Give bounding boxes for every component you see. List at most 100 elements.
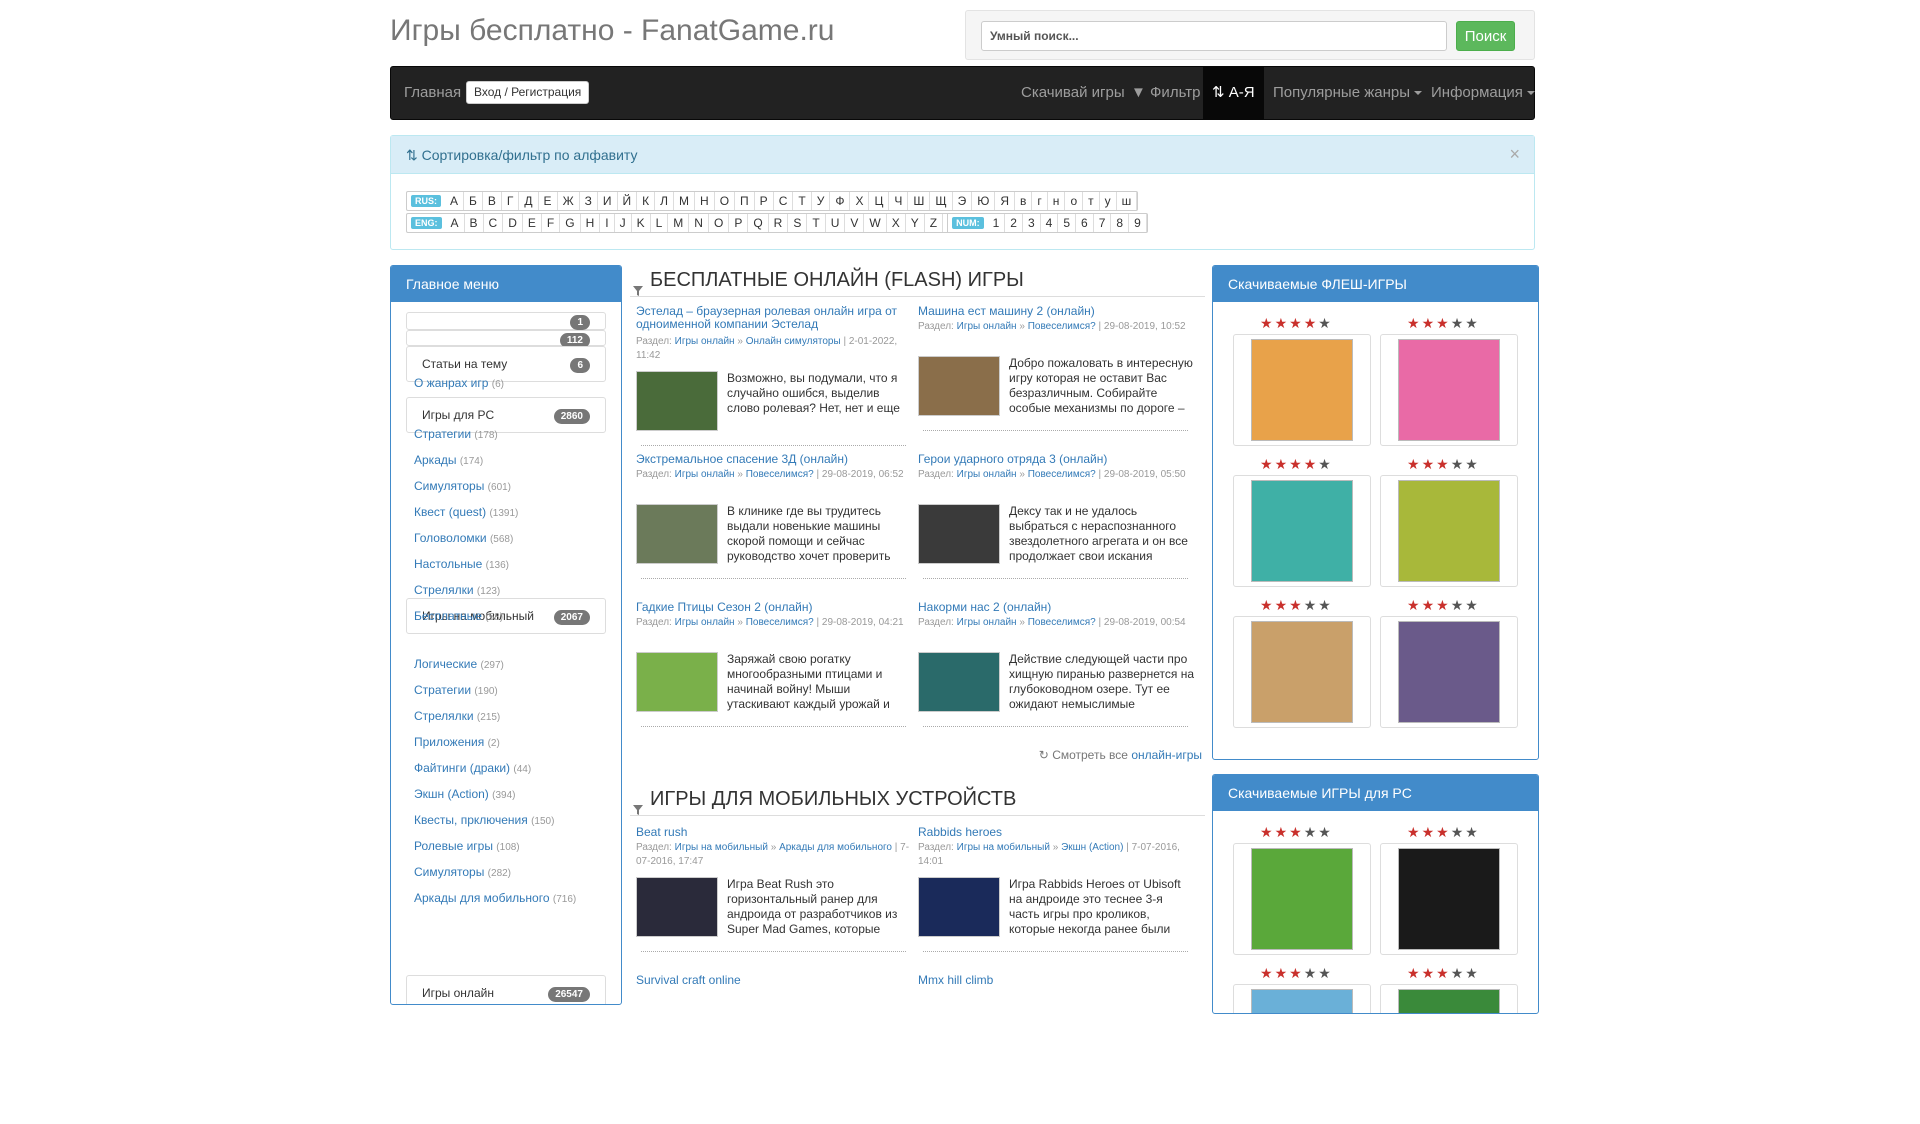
menu-link[interactable]: Аркады для мобильного (716)	[414, 891, 576, 905]
game-category-link[interactable]: Игры на мобильный	[957, 842, 1050, 853]
game-thumbnail[interactable]	[918, 877, 1000, 937]
download-game-card[interactable]: ★★★★★	[1380, 598, 1518, 728]
game-thumbnail[interactable]	[636, 652, 718, 712]
alphabet-letter[interactable]: Ж	[558, 192, 580, 210]
alphabet-letter[interactable]: Ш	[908, 192, 931, 210]
alphabet-letter[interactable]: Э	[953, 192, 973, 210]
alphabet-letter[interactable]: Л	[655, 192, 675, 210]
alphabet-number[interactable]: 7	[1094, 214, 1112, 232]
game-cover-image[interactable]	[1251, 621, 1353, 723]
game-thumbnail[interactable]	[918, 652, 1000, 712]
alphabet-letter[interactable]: W	[864, 214, 887, 232]
alphabet-number[interactable]: 3	[1023, 214, 1041, 232]
game-tile[interactable]	[1380, 475, 1518, 587]
game-tile[interactable]	[1380, 984, 1518, 1013]
alphabet-letter[interactable]: Q	[748, 214, 769, 232]
alphabet-letter[interactable]: Х	[850, 192, 870, 210]
menu-link[interactable]: О жанрах игр (6)	[414, 376, 504, 390]
alphabet-letter[interactable]: Е	[539, 192, 558, 210]
nav-az[interactable]: ⇅ А-Я	[1203, 67, 1264, 119]
alphabet-letter[interactable]: E	[523, 214, 542, 232]
alphabet-letter[interactable]: V	[845, 214, 865, 232]
menu-link[interactable]: Настольные (136)	[414, 557, 509, 571]
nav-genres[interactable]: Популярные жанры	[1273, 67, 1422, 119]
alphabet-letter[interactable]: ш	[1117, 192, 1138, 210]
menu-link[interactable]: Стратегии (190)	[414, 683, 498, 697]
game-thumbnail[interactable]	[636, 504, 718, 564]
alphabet-letter[interactable]: C	[484, 214, 504, 232]
game-thumbnail[interactable]	[636, 371, 718, 431]
alphabet-number[interactable]: 4	[1041, 214, 1059, 232]
game-thumbnail[interactable]	[636, 877, 718, 937]
menu-link[interactable]: Приложения (2)	[414, 735, 500, 749]
alphabet-letter[interactable]: H	[581, 214, 601, 232]
alphabet-letter[interactable]: T	[807, 214, 826, 232]
alphabet-letter[interactable]: G	[560, 214, 581, 232]
alphabet-letter[interactable]: N	[689, 214, 709, 232]
download-game-card[interactable]: ★★★★★	[1233, 457, 1371, 587]
search-button[interactable]: Поиск	[1456, 21, 1515, 51]
nav-home[interactable]: Главная	[404, 67, 461, 119]
game-category-link[interactable]: Игры на мобильный	[675, 842, 768, 853]
alphabet-letter[interactable]: Р	[755, 192, 774, 210]
alphabet-letter[interactable]: Т	[793, 192, 812, 210]
alphabet-number[interactable]: 9	[1129, 214, 1147, 232]
menu-link[interactable]: Стрелялки (123)	[414, 583, 500, 597]
menu-link[interactable]: Квесты, прключения (150)	[414, 813, 554, 827]
game-subcategory-link[interactable]: Повеселимся?	[746, 617, 814, 628]
alphabet-letter[interactable]: Z	[925, 214, 944, 232]
alphabet-letter[interactable]: Б	[464, 192, 483, 210]
game-tile[interactable]	[1380, 616, 1518, 728]
game-subcategory-link[interactable]: Повеселимся?	[1028, 321, 1096, 332]
alphabet-letter[interactable]: Д	[519, 192, 539, 210]
alphabet-letter[interactable]: Ч	[889, 192, 909, 210]
game-tile[interactable]	[1233, 334, 1371, 446]
alphabet-letter[interactable]: F	[542, 214, 561, 232]
game-title[interactable]: Beat rush	[636, 826, 906, 839]
game-cover-image[interactable]	[1251, 339, 1353, 441]
alphabet-letter[interactable]: Y	[906, 214, 925, 232]
alphabet-letter[interactable]: г	[1032, 192, 1048, 210]
menu-category[interactable]: 112	[406, 330, 606, 348]
game-thumbnail[interactable]	[918, 504, 1000, 564]
game-cover-image[interactable]	[1398, 848, 1500, 950]
download-game-card[interactable]: ★★★★★	[1380, 316, 1518, 446]
alphabet-letter[interactable]: К	[637, 192, 656, 210]
menu-link[interactable]: Стратегии (178)	[414, 427, 498, 441]
alphabet-number[interactable]: 1	[988, 214, 1006, 232]
game-title[interactable]: Эстелад – браузерная ролевая онлайн игра…	[636, 305, 906, 331]
nav-downloads[interactable]: Скачивай игры	[1021, 67, 1125, 119]
alphabet-letter[interactable]: о	[1065, 192, 1084, 210]
alphabet-letter[interactable]: X	[887, 214, 906, 232]
alphabet-letter[interactable]: т	[1083, 192, 1100, 210]
alphabet-letter[interactable]: У	[812, 192, 831, 210]
menu-link[interactable]: Логические (297)	[414, 657, 504, 671]
alphabet-letter[interactable]: З	[580, 192, 598, 210]
menu-link[interactable]: Стрелялки (215)	[414, 709, 500, 723]
login-button[interactable]: Вход / Регистрация	[466, 81, 590, 104]
alphabet-letter[interactable]: Г	[502, 192, 520, 210]
game-title[interactable]: Survival craft online	[636, 974, 906, 987]
game-category-link[interactable]: Игры онлайн	[957, 617, 1017, 628]
game-title[interactable]: Герои ударного отряда 3 (онлайн)	[918, 453, 1188, 466]
alphabet-letter[interactable]: А	[445, 192, 465, 210]
menu-link[interactable]: Симуляторы (601)	[414, 479, 511, 493]
game-category-link[interactable]: Игры онлайн	[675, 336, 735, 347]
game-thumbnail[interactable]	[918, 356, 1000, 416]
menu-link[interactable]: Экшн (Action) (394)	[414, 787, 516, 801]
alphabet-letter[interactable]: P	[729, 214, 749, 232]
alphabet-letter[interactable]: Ю	[972, 192, 996, 210]
download-game-card[interactable]: ★★★★★	[1380, 825, 1518, 955]
menu-link[interactable]: Бесплатные (58)	[414, 609, 503, 623]
game-subcategory-link[interactable]: Онлайн симуляторы	[746, 336, 841, 347]
game-category-link[interactable]: Игры онлайн	[957, 321, 1017, 332]
alphabet-letter[interactable]: O	[709, 214, 730, 232]
alphabet-letter[interactable]: M	[668, 214, 690, 232]
game-cover-image[interactable]	[1251, 480, 1353, 582]
alphabet-letter[interactable]: S	[788, 214, 808, 232]
game-tile[interactable]	[1233, 616, 1371, 728]
close-icon[interactable]: ×	[1509, 144, 1520, 165]
alphabet-letter[interactable]: U	[826, 214, 846, 232]
game-title[interactable]: Экстремальное спасение 3Д (онлайн)	[636, 453, 906, 466]
nav-filter[interactable]: ▼ Фильтр	[1131, 67, 1200, 119]
